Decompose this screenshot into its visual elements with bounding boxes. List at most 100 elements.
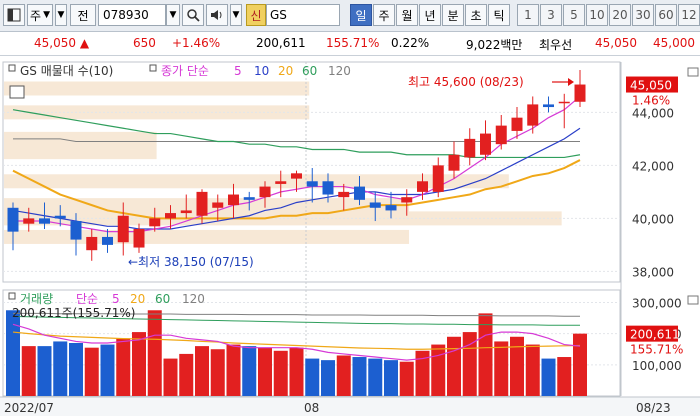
candle-body[interactable] [149,218,161,227]
volume-bar[interactable] [84,347,99,396]
volume-bar[interactable] [258,347,272,396]
volume-bar[interactable] [305,358,320,396]
candle-body[interactable] [165,213,176,219]
candle-body[interactable] [291,173,302,179]
candle-body[interactable] [212,202,224,208]
sound-button[interactable] [206,4,228,26]
volume-bar[interactable] [352,357,367,396]
period-tab-5[interactable]: 초 [465,4,487,26]
candle-body[interactable] [417,181,428,192]
market-dropdown-arrow[interactable]: ▼ [55,4,67,26]
minute-button-4[interactable]: 20 [609,4,631,26]
volume-bar[interactable] [510,336,524,396]
volume-bar[interactable] [384,360,398,396]
candle-body[interactable] [54,215,66,219]
panel-toggle-icon[interactable] [687,295,699,305]
volume-bar[interactable] [541,358,556,396]
candle-body[interactable] [574,84,586,102]
prev-button[interactable]: 전 [70,4,96,26]
volume-bar[interactable] [431,344,446,396]
candle-body[interactable] [259,186,271,198]
volume-bar[interactable] [132,332,146,396]
volume-bar[interactable] [478,313,493,396]
minute-button-1[interactable]: 3 [540,4,562,26]
period-tab-6[interactable]: 틱 [488,4,510,26]
market-select[interactable]: 주 ▼ [27,4,53,26]
candle-body[interactable] [385,205,397,211]
period-tab-2[interactable]: 월 [396,4,418,26]
candle-body[interactable] [275,181,287,184]
candle-body[interactable] [543,104,554,108]
volume-bar[interactable] [116,338,131,396]
candle-body[interactable] [480,133,491,155]
period-tab-1[interactable]: 주 [373,4,395,26]
volume-bar[interactable] [100,344,115,396]
volume-bar[interactable] [6,310,20,396]
volume-bar[interactable] [242,346,257,396]
volume-bar[interactable] [53,341,68,396]
volume-bar[interactable] [37,346,52,396]
candle-body[interactable] [511,117,523,131]
volume-bar[interactable] [163,358,178,396]
candle-body[interactable] [527,104,539,126]
candle-body[interactable] [354,186,365,200]
volume-bar[interactable] [557,357,572,396]
minute-button-2[interactable]: 5 [563,4,585,26]
period-tab-3[interactable]: 년 [419,4,441,26]
volume-bar[interactable] [195,346,209,396]
minute-button-3[interactable]: 10 [586,4,608,26]
volume-bar[interactable] [69,343,83,396]
volume-bar[interactable] [210,349,225,396]
volume-bar[interactable] [368,358,383,396]
layout-icon[interactable] [3,4,25,26]
candle-body[interactable] [322,181,334,195]
candle-body[interactable] [369,202,381,208]
volume-bar[interactable] [525,344,540,396]
candle-body[interactable] [448,154,460,171]
candle-body[interactable] [243,197,255,200]
stock-chart[interactable]: GS 매물대 수(10) 종가 단순 5 10 20 60 120 최고 45,600 (08… [0,56,700,416]
volume-bar[interactable] [447,336,461,396]
candle-body[interactable] [39,218,50,224]
search-button[interactable] [182,4,204,26]
candle-body[interactable] [228,194,239,206]
volume-bar[interactable] [273,350,288,396]
calendar-icon[interactable] [9,85,25,99]
minute-button-7[interactable]: 12 [678,4,700,26]
candle-body[interactable] [432,165,444,192]
candle-body[interactable] [133,228,145,248]
volume-bar[interactable] [336,355,351,396]
minute-button-6[interactable]: 60 [655,4,677,26]
candle-body[interactable] [401,197,413,203]
volume-bar[interactable] [399,361,414,396]
volume-bar[interactable] [573,333,587,396]
minute-button-5[interactable]: 30 [632,4,654,26]
volume-bar[interactable] [147,310,162,396]
candle-body[interactable] [196,191,208,216]
candle-body[interactable] [102,236,113,245]
period-tab-4[interactable]: 분 [442,4,464,26]
candle-body[interactable] [70,221,82,240]
volume-bar[interactable] [179,353,194,396]
chart-area[interactable]: GS 매물대 수(10) 종가 단순 5 10 20 60 120 최고 45,600 (08… [0,56,700,416]
candle-body[interactable] [180,210,192,214]
candle-body[interactable] [86,236,98,251]
volume-bar[interactable] [494,341,509,396]
candle-body[interactable] [23,218,35,224]
candle-body[interactable] [306,181,318,187]
credit-badge[interactable]: 신 [246,4,266,26]
code-input[interactable]: 078930 [98,4,166,26]
candle-body[interactable] [558,101,570,104]
period-tab-0[interactable]: 일 [350,4,372,26]
volume-bar[interactable] [321,360,335,396]
candle-body[interactable] [7,207,19,232]
sound-dropdown-button[interactable]: ▼ [230,4,242,26]
minute-button-0[interactable]: 1 [517,4,539,26]
volume-bar[interactable] [21,346,36,396]
candle-body[interactable] [464,138,476,158]
code-dropdown-button[interactable]: ▼ [166,4,180,26]
candle-body[interactable] [338,191,350,198]
candle-body[interactable] [117,215,129,243]
volume-bar[interactable] [226,344,241,396]
volume-bar[interactable] [289,347,304,396]
